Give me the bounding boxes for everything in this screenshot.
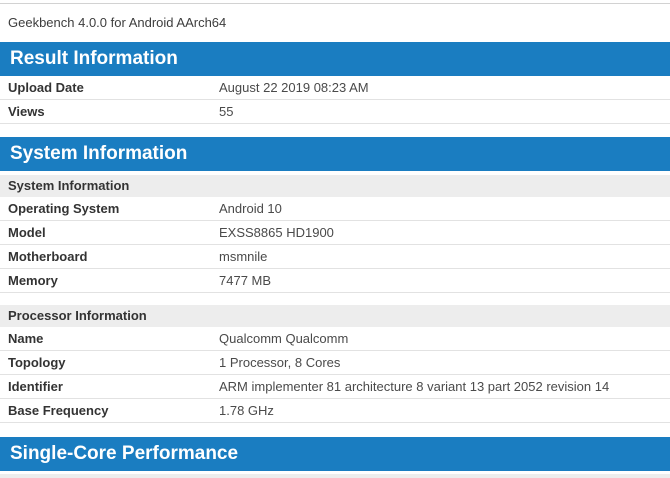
processor-information-group: Processor Information Name Qualcomm Qual…	[0, 305, 670, 423]
table-row-views: Views 55	[0, 100, 670, 124]
row-value: Android 10	[211, 197, 670, 221]
row-label: Operating System	[0, 197, 211, 221]
subsection-header-processor-information: Processor Information	[0, 305, 670, 327]
table-row-memory: Memory 7477 MB	[0, 269, 670, 293]
geekbench-result-page: Geekbench 4.0.0 for Android AArch64 Resu…	[0, 0, 670, 478]
table-row-upload-date: Upload Date August 22 2019 08:23 AM	[0, 76, 670, 100]
row-label: Views	[0, 100, 211, 124]
section-system-information: System Information System Information Op…	[0, 137, 670, 423]
row-label: Memory	[0, 269, 211, 293]
system-information-table: Operating System Android 10 Model EXSS88…	[0, 197, 670, 293]
row-value: ARM implementer 81 architecture 8 varian…	[211, 375, 670, 399]
table-row-model: Model EXSS8865 HD1900	[0, 221, 670, 245]
row-value: EXSS8865 HD1900	[211, 221, 670, 245]
table-row-operating-system: Operating System Android 10	[0, 197, 670, 221]
processor-information-table: Name Qualcomm Qualcomm Topology 1 Proces…	[0, 327, 670, 423]
row-value: 1 Processor, 8 Cores	[211, 351, 670, 375]
row-label: Motherboard	[0, 245, 211, 269]
subsection-header-system-information: System Information	[0, 175, 670, 197]
single-core-performance-header: Single-Core Performance	[0, 437, 670, 471]
table-row-topology: Topology 1 Processor, 8 Cores	[0, 351, 670, 375]
table-row-base-frequency: Base Frequency 1.78 GHz	[0, 399, 670, 423]
section-single-core-performance: Single-Core Performance	[0, 437, 670, 478]
table-row-motherboard: Motherboard msmnile	[0, 245, 670, 269]
row-value: 7477 MB	[211, 269, 670, 293]
row-value: Qualcomm Qualcomm	[211, 327, 670, 351]
row-value: 55	[211, 100, 670, 124]
row-value: August 22 2019 08:23 AM	[211, 76, 670, 100]
section-result-information: Result Information Upload Date August 22…	[0, 42, 670, 124]
result-information-table: Upload Date August 22 2019 08:23 AM View…	[0, 76, 670, 124]
row-label: Name	[0, 327, 211, 351]
row-label: Upload Date	[0, 76, 211, 100]
table-row-name: Name Qualcomm Qualcomm	[0, 327, 670, 351]
row-value: 1.78 GHz	[211, 399, 670, 423]
system-information-group: System Information Operating System Andr…	[0, 175, 670, 293]
single-core-subsection-sliver	[0, 474, 670, 478]
result-information-header: Result Information	[0, 42, 670, 76]
system-information-header: System Information	[0, 137, 670, 171]
row-label: Topology	[0, 351, 211, 375]
row-value: msmnile	[211, 245, 670, 269]
table-row-identifier: Identifier ARM implementer 81 architectu…	[0, 375, 670, 399]
row-label: Base Frequency	[0, 399, 211, 423]
row-label: Model	[0, 221, 211, 245]
benchmark-version-caption: Geekbench 4.0.0 for Android AArch64	[0, 4, 670, 42]
row-label: Identifier	[0, 375, 211, 399]
